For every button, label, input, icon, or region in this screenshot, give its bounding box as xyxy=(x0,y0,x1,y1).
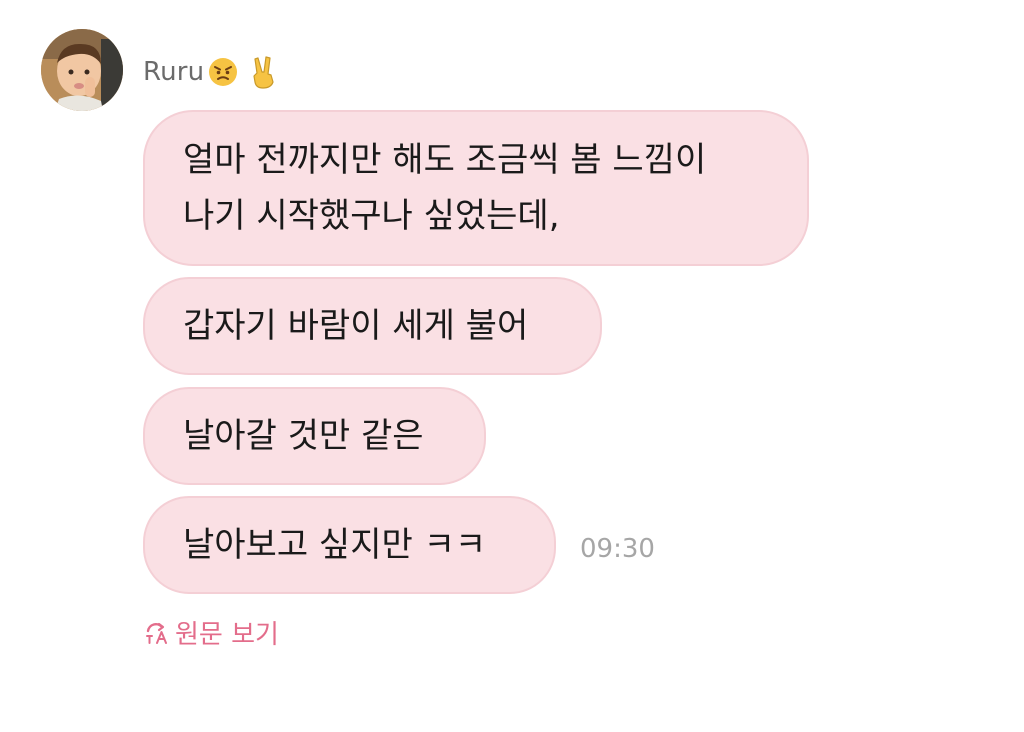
message-bubble[interactable]: 날아갈 것만 같은 xyxy=(143,387,486,485)
view-original-link[interactable]: 원문 보기 xyxy=(143,614,279,651)
message-bubble[interactable]: 갑자기 바람이 세게 불어 xyxy=(143,277,602,375)
translate-icon xyxy=(143,620,171,646)
sender-row: Ruru xyxy=(143,52,279,92)
message-text: 날아갈 것만 같은 xyxy=(183,416,424,456)
sender-name[interactable]: Ruru xyxy=(143,57,204,87)
message-bubble[interactable]: 얼마 전까지만 해도 조금씩 봄 느낌이 나기 시작했구나 싶었는데, xyxy=(143,110,809,266)
avatar[interactable] xyxy=(41,29,123,111)
avatar-photo xyxy=(41,29,123,111)
message-text: 날아보고 싶지만 ㅋㅋ xyxy=(183,525,487,565)
message-text: 갑자기 바람이 세게 불어 xyxy=(183,306,529,346)
message-bubble[interactable]: 날아보고 싶지만 ㅋㅋ xyxy=(143,496,556,594)
message-text: 얼마 전까지만 해도 조금씩 봄 느낌이 나기 시작했구나 싶었는데, xyxy=(183,140,707,236)
victory-hand-emoji xyxy=(249,55,279,89)
message-timestamp: 09:30 xyxy=(580,534,655,564)
angry-face-emoji xyxy=(207,56,239,88)
view-original-label: 원문 보기 xyxy=(175,620,279,650)
